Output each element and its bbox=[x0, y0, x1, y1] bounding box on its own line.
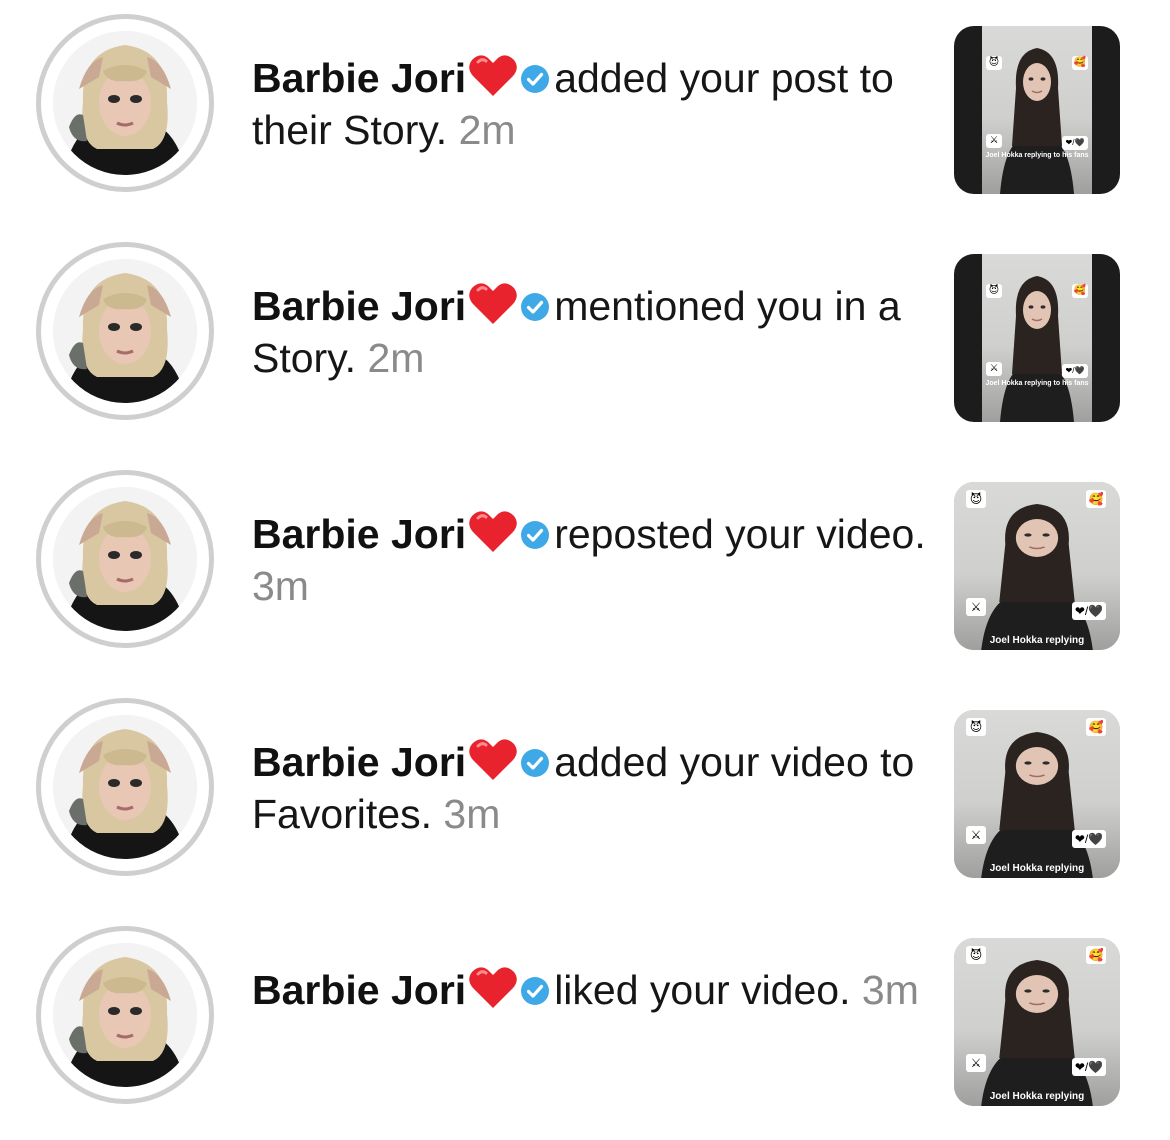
crossed-swords-sticker: ⚔ bbox=[986, 134, 1002, 148]
thumbnail-caption: Joel Hokka replying bbox=[989, 1091, 1085, 1102]
username[interactable]: Barbie Jori bbox=[252, 967, 466, 1013]
verified-badge-icon bbox=[521, 977, 550, 1005]
avatar-ring[interactable] bbox=[36, 242, 214, 420]
verified-badge-icon bbox=[521, 749, 550, 777]
hearts-sticker: ❤/🖤 bbox=[1072, 602, 1106, 620]
username[interactable]: Barbie Jori bbox=[252, 511, 466, 557]
notification-text[interactable]: Barbie Jori added your video to Favorites… bbox=[252, 736, 932, 840]
crossed-swords-sticker: ⚔ bbox=[986, 362, 1002, 376]
thumbnail-caption: Joel Hokka replying bbox=[989, 635, 1085, 646]
verified-badge-icon bbox=[521, 293, 550, 321]
red-heart-icon bbox=[469, 739, 517, 780]
thumbnail-frame: 😈 🥰 ⚔ ❤/🖤 Joel Hokka replying to his fan… bbox=[982, 26, 1092, 194]
devil-emoji-sticker: 😈 bbox=[986, 56, 1002, 70]
username[interactable]: Barbie Jori bbox=[252, 55, 466, 101]
smiling-hearts-emoji-sticker: 🥰 bbox=[1072, 56, 1088, 70]
thumbnail-frame: 😈 🥰 ⚔ ❤/🖤 Joel Hokka replying bbox=[954, 482, 1120, 650]
avatar[interactable] bbox=[53, 487, 197, 631]
devil-emoji-sticker: 😈 bbox=[966, 946, 986, 964]
thumbnail-caption: Joel Hokka replying bbox=[989, 863, 1085, 874]
timestamp: 3m bbox=[252, 563, 309, 609]
notification-action: reposted your video. bbox=[554, 511, 926, 557]
avatar-image bbox=[53, 31, 197, 175]
hearts-sticker: ❤/🖤 bbox=[1062, 136, 1088, 150]
post-thumbnail[interactable]: 😈 🥰 ⚔ ❤/🖤 Joel Hokka replying bbox=[954, 710, 1120, 878]
notification-item-4[interactable]: Barbie Jori added your video to Favorites… bbox=[0, 684, 1170, 912]
avatar-ring[interactable] bbox=[36, 470, 214, 648]
smiling-hearts-emoji-sticker: 🥰 bbox=[1072, 284, 1088, 298]
avatar[interactable] bbox=[53, 31, 197, 175]
avatar[interactable] bbox=[53, 715, 197, 859]
hearts-sticker: ❤/🖤 bbox=[1072, 830, 1106, 848]
thumbnail-frame: 😈 🥰 ⚔ ❤/🖤 Joel Hokka replying bbox=[954, 710, 1120, 878]
devil-emoji-sticker: 😈 bbox=[966, 718, 986, 736]
post-thumbnail[interactable]: 😈 🥰 ⚔ ❤/🖤 Joel Hokka replying to his fan… bbox=[954, 254, 1120, 422]
notification-item-3[interactable]: Barbie Jori reposted your video. 3m 😈 🥰 bbox=[0, 456, 1170, 684]
crossed-swords-sticker: ⚔ bbox=[966, 826, 986, 844]
username[interactable]: Barbie Jori bbox=[252, 739, 466, 785]
thumbnail-frame: 😈 🥰 ⚔ ❤/🖤 Joel Hokka replying bbox=[954, 938, 1120, 1106]
notification-text[interactable]: Barbie Jori mentioned you in a Story. 2m bbox=[252, 280, 932, 384]
post-thumbnail[interactable]: 😈 🥰 ⚔ ❤/🖤 Joel Hokka replying bbox=[954, 938, 1120, 1106]
notification-text[interactable]: Barbie Jori added your post to their Stor… bbox=[252, 52, 932, 156]
crossed-swords-sticker: ⚔ bbox=[966, 598, 986, 616]
verified-badge-icon bbox=[521, 521, 550, 549]
avatar-ring[interactable] bbox=[36, 926, 214, 1104]
smiling-hearts-emoji-sticker: 🥰 bbox=[1086, 718, 1106, 736]
timestamp: 3m bbox=[861, 967, 919, 1013]
avatar-image bbox=[53, 487, 197, 631]
hearts-sticker: ❤/🖤 bbox=[1072, 1058, 1106, 1076]
notification-action: liked your video. bbox=[554, 967, 851, 1013]
red-heart-icon bbox=[469, 55, 517, 96]
thumbnail-image bbox=[982, 254, 1092, 422]
avatar[interactable] bbox=[53, 259, 197, 403]
username[interactable]: Barbie Jori bbox=[252, 283, 466, 329]
red-heart-icon bbox=[469, 511, 517, 552]
thumbnail-frame: 😈 🥰 ⚔ ❤/🖤 Joel Hokka replying to his fan… bbox=[982, 254, 1092, 422]
red-heart-icon bbox=[469, 967, 517, 1008]
notification-text[interactable]: Barbie Jori reposted your video. 3m bbox=[252, 508, 932, 612]
avatar-image bbox=[53, 715, 197, 859]
timestamp: 2m bbox=[367, 335, 425, 381]
devil-emoji-sticker: 😈 bbox=[986, 284, 1002, 298]
notification-item-2[interactable]: Barbie Jori mentioned you in a Story. 2m … bbox=[0, 228, 1170, 456]
hearts-sticker: ❤/🖤 bbox=[1062, 364, 1088, 378]
timestamp: 2m bbox=[458, 107, 516, 153]
thumbnail-caption: Joel Hokka replying to his fans bbox=[985, 380, 1089, 387]
post-thumbnail[interactable]: 😈 🥰 ⚔ ❤/🖤 Joel Hokka replying to his fan… bbox=[954, 26, 1120, 194]
smiling-hearts-emoji-sticker: 🥰 bbox=[1086, 946, 1106, 964]
avatar-image bbox=[53, 943, 197, 1087]
thumbnail-caption: Joel Hokka replying to his fans bbox=[985, 152, 1089, 159]
avatar-image bbox=[53, 259, 197, 403]
timestamp: 3m bbox=[443, 791, 501, 837]
notification-item-5[interactable]: Barbie Jori liked your video. 3m 😈 🥰 ⚔ ❤… bbox=[0, 912, 1170, 1140]
crossed-swords-sticker: ⚔ bbox=[966, 1054, 986, 1072]
smiling-hearts-emoji-sticker: 🥰 bbox=[1086, 490, 1106, 508]
avatar[interactable] bbox=[53, 943, 197, 1087]
post-thumbnail[interactable]: 😈 🥰 ⚔ ❤/🖤 Joel Hokka replying bbox=[954, 482, 1120, 650]
devil-emoji-sticker: 😈 bbox=[966, 490, 986, 508]
verified-badge-icon bbox=[521, 65, 550, 93]
avatar-ring[interactable] bbox=[36, 14, 214, 192]
avatar-ring[interactable] bbox=[36, 698, 214, 876]
notification-text[interactable]: Barbie Jori liked your video. 3m bbox=[252, 964, 932, 1016]
notification-item-1[interactable]: Barbie Jori added your post to their Stor… bbox=[0, 0, 1170, 228]
thumbnail-image bbox=[982, 26, 1092, 194]
red-heart-icon bbox=[469, 283, 517, 324]
